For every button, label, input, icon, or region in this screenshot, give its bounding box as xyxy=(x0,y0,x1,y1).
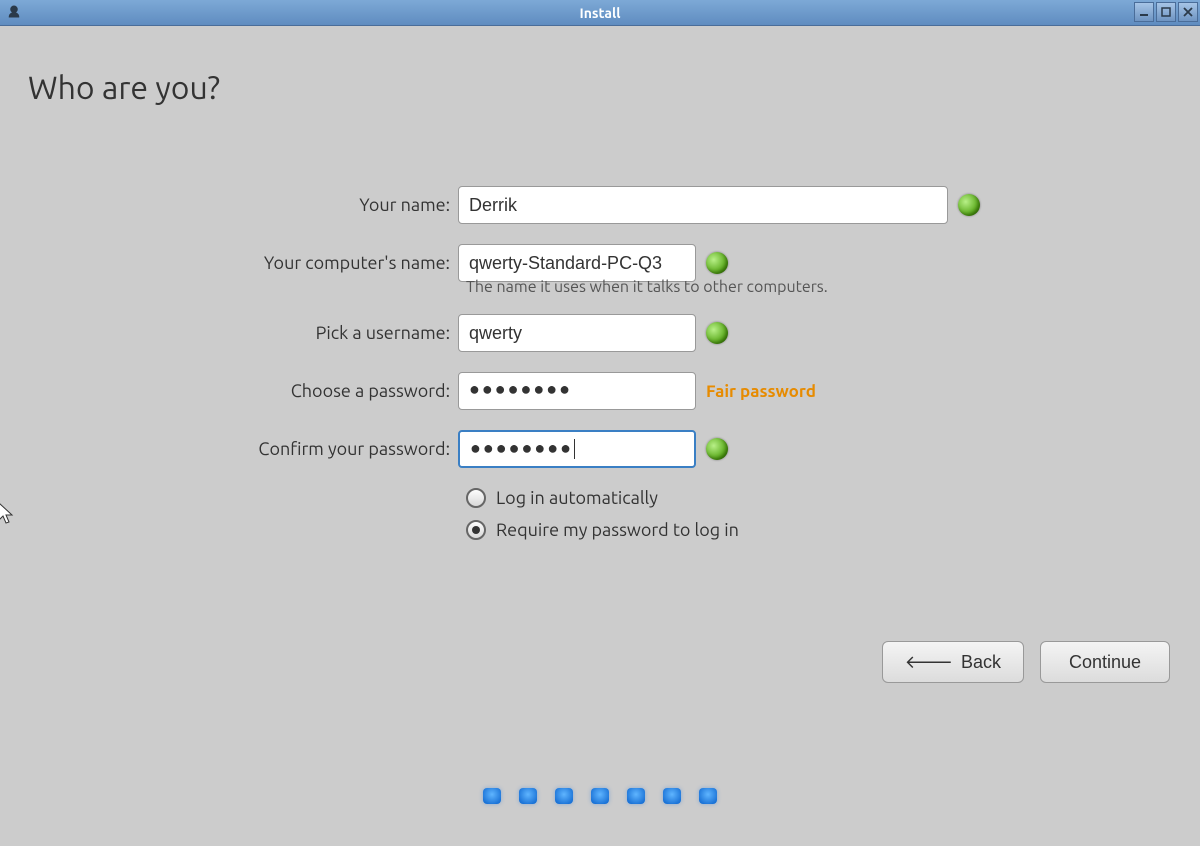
installer-page: Who are you? Your name: Your computer's … xyxy=(0,26,1200,846)
progress-dot xyxy=(555,788,573,804)
titlebar: Install xyxy=(0,0,1200,26)
name-row: Your name: xyxy=(0,186,1200,224)
hostname-row: Your computer's name: xyxy=(0,244,1200,282)
check-icon xyxy=(706,252,728,274)
username-row: Pick a username: xyxy=(0,314,1200,352)
username-label: Pick a username: xyxy=(0,323,458,343)
radio-icon xyxy=(466,488,486,508)
maximize-button[interactable] xyxy=(1156,2,1176,22)
progress-dot xyxy=(663,788,681,804)
hostname-input[interactable] xyxy=(458,244,696,282)
app-icon xyxy=(4,3,24,23)
radio-label: Log in automatically xyxy=(496,488,658,508)
confirm-row: Confirm your password: ●●●●●●●● xyxy=(0,430,1200,468)
button-label: Continue xyxy=(1069,652,1141,673)
confirm-label: Confirm your password: xyxy=(0,439,458,459)
progress-dot xyxy=(483,788,501,804)
username-input[interactable] xyxy=(458,314,696,352)
continue-button[interactable]: Continue xyxy=(1040,641,1170,683)
user-form: Your name: Your computer's name: The nam… xyxy=(0,186,1200,552)
radio-label: Require my password to log in xyxy=(496,520,739,540)
login-options: Log in automatically Require my password… xyxy=(466,488,1200,540)
back-button[interactable]: 🡐 Back xyxy=(882,641,1024,683)
login-auto-option[interactable]: Log in automatically xyxy=(466,488,1200,508)
window-title: Install xyxy=(0,5,1200,21)
window-controls xyxy=(1134,2,1198,22)
close-button[interactable] xyxy=(1178,2,1198,22)
check-icon xyxy=(706,438,728,460)
check-icon xyxy=(958,194,980,216)
progress-dot xyxy=(627,788,645,804)
name-input[interactable] xyxy=(458,186,948,224)
hostname-hint: The name it uses when it talks to other … xyxy=(466,278,1200,296)
password-label: Choose a password: xyxy=(0,381,458,401)
progress-dot xyxy=(699,788,717,804)
hostname-label: Your computer's name: xyxy=(0,253,458,273)
password-input[interactable]: ●●●●●●●● xyxy=(458,372,696,410)
arrow-left-icon: 🡐 xyxy=(905,652,953,673)
password-strength-label: Fair password xyxy=(706,382,816,401)
button-label: Back xyxy=(961,652,1001,673)
nav-buttons: 🡐 Back Continue xyxy=(882,641,1170,683)
confirm-password-input[interactable]: ●●●●●●●● xyxy=(458,430,696,468)
progress-dot xyxy=(591,788,609,804)
progress-indicator xyxy=(0,788,1200,804)
check-icon xyxy=(706,322,728,344)
page-title: Who are you? xyxy=(28,70,220,106)
minimize-button[interactable] xyxy=(1134,2,1154,22)
login-require-option[interactable]: Require my password to log in xyxy=(466,520,1200,540)
radio-icon xyxy=(466,520,486,540)
progress-dot xyxy=(519,788,537,804)
password-row: Choose a password: ●●●●●●●● Fair passwor… xyxy=(0,372,1200,410)
name-label: Your name: xyxy=(0,195,458,215)
